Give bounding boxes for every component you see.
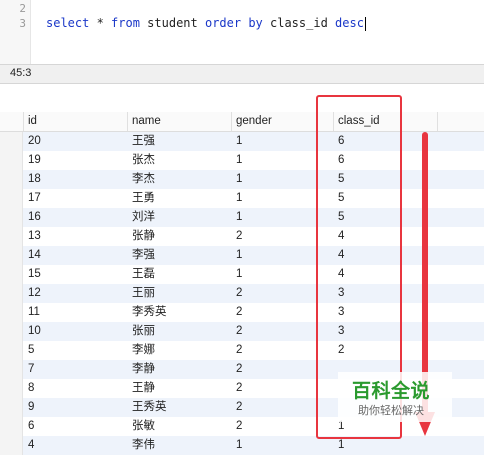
cell-id[interactable]: 7 [24, 360, 128, 379]
cell-id[interactable]: 10 [24, 322, 128, 341]
results-toolbar [0, 84, 484, 113]
row-marker[interactable] [0, 132, 23, 151]
cell-name[interactable]: 张丽 [128, 322, 232, 341]
cell-name[interactable]: 王丽 [128, 284, 232, 303]
row-marker[interactable] [0, 417, 23, 436]
row-marker[interactable] [0, 227, 23, 246]
cell-id[interactable]: 4 [24, 436, 128, 455]
line-number: 2 [19, 2, 26, 15]
row-marker[interactable] [0, 360, 23, 379]
cell-name[interactable]: 张静 [128, 227, 232, 246]
grid-header: id name gender class_id [0, 112, 484, 132]
cell-id[interactable]: 18 [24, 170, 128, 189]
cell-id[interactable]: 15 [24, 265, 128, 284]
cell-name[interactable]: 李伟 [128, 436, 232, 455]
sql-editor[interactable]: 2 3 select * from student order by class… [0, 0, 484, 64]
table-row[interactable]: 18 李杰 1 5 [0, 170, 484, 189]
cell-name[interactable]: 王强 [128, 132, 232, 151]
table-row[interactable]: 19 张杰 1 6 [0, 151, 484, 170]
cell-name[interactable]: 李娜 [128, 341, 232, 360]
row-marker[interactable] [0, 151, 23, 170]
cell-id[interactable]: 20 [24, 132, 128, 151]
keyword-desc: desc [335, 16, 364, 30]
cell-name[interactable]: 王静 [128, 379, 232, 398]
table-row[interactable]: 5 李娜 2 2 [0, 341, 484, 360]
table-row[interactable]: 17 王勇 1 5 [0, 189, 484, 208]
watermark-tagline: 助你轻松解决 [358, 405, 424, 417]
table-row[interactable]: 4 李伟 1 1 [0, 436, 484, 455]
cell-id[interactable]: 9 [24, 398, 128, 417]
keyword-select: select [46, 16, 90, 30]
keyword-order-by: order by [204, 16, 263, 30]
cell-name[interactable]: 李秀英 [128, 303, 232, 322]
cell-id[interactable]: 12 [24, 284, 128, 303]
cell-name[interactable]: 李杰 [128, 170, 232, 189]
table-row[interactable]: 10 张丽 2 3 [0, 322, 484, 341]
row-marker[interactable] [0, 246, 23, 265]
column-header-id[interactable]: id [24, 112, 128, 131]
cell-name[interactable]: 李静 [128, 360, 232, 379]
cursor-position: 45:3 [10, 67, 32, 79]
sql-query-text[interactable]: select * from student order by class_id … [46, 16, 366, 31]
column-header-name[interactable]: name [128, 112, 232, 131]
table-row[interactable]: 20 王强 1 6 [0, 132, 484, 151]
cell-name[interactable]: 张敏 [128, 417, 232, 436]
status-bar: 45:3 [0, 64, 484, 84]
table-row[interactable]: 16 刘洋 1 5 [0, 208, 484, 227]
table-row[interactable]: 12 王丽 2 3 [0, 284, 484, 303]
cell-id[interactable]: 14 [24, 246, 128, 265]
row-marker[interactable] [0, 341, 23, 360]
row-marker[interactable] [0, 436, 23, 455]
cell-name[interactable]: 张杰 [128, 151, 232, 170]
row-marker[interactable] [0, 398, 23, 417]
text-caret [364, 16, 366, 31]
row-marker[interactable] [0, 265, 23, 284]
row-marker[interactable] [0, 303, 23, 322]
cell-name[interactable]: 王秀英 [128, 398, 232, 417]
table-row[interactable]: 15 王磊 1 4 [0, 265, 484, 284]
row-marker[interactable] [0, 322, 23, 341]
row-marker[interactable] [0, 208, 23, 227]
cell-id[interactable]: 17 [24, 189, 128, 208]
cell-id[interactable]: 5 [24, 341, 128, 360]
line-number-gutter: 2 3 [0, 0, 31, 64]
table-row[interactable]: 14 李强 1 4 [0, 246, 484, 265]
cell-id[interactable]: 6 [24, 417, 128, 436]
row-marker[interactable] [0, 284, 23, 303]
keyword-from: from [111, 16, 140, 30]
cell-name[interactable]: 刘洋 [128, 208, 232, 227]
cell-name[interactable]: 李强 [128, 246, 232, 265]
table-row[interactable]: 11 李秀英 2 3 [0, 303, 484, 322]
cell-name[interactable]: 王勇 [128, 189, 232, 208]
row-marker[interactable] [0, 189, 23, 208]
cell-id[interactable]: 13 [24, 227, 128, 246]
line-number: 3 [19, 17, 26, 30]
row-header-corner [0, 112, 24, 131]
cell-id[interactable]: 19 [24, 151, 128, 170]
row-marker[interactable] [0, 379, 23, 398]
watermark-brand: 百科全说 [352, 381, 431, 402]
cell-name[interactable]: 王磊 [128, 265, 232, 284]
cell-id[interactable]: 8 [24, 379, 128, 398]
cell-id[interactable]: 11 [24, 303, 128, 322]
cell-id[interactable]: 16 [24, 208, 128, 227]
table-row[interactable]: 13 张静 2 4 [0, 227, 484, 246]
watermark-logo: 百科全说 助你轻松解决 [338, 372, 452, 422]
row-marker[interactable] [0, 170, 23, 189]
